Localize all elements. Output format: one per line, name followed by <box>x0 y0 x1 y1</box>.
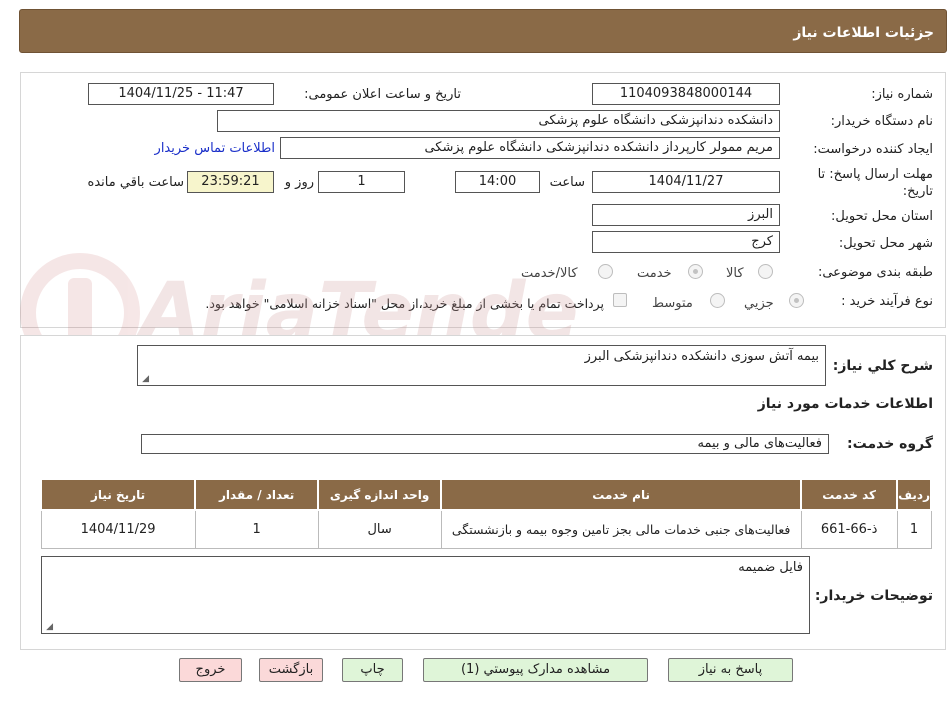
summary-text: بیمه آتش سوزی دانشکده دندانپزشکی البرز <box>584 349 819 364</box>
purchase-minor-label: جزیي <box>744 296 774 311</box>
deadline-label: مهلت ارسال پاسخ: تا <box>817 167 933 182</box>
category-goods-service-label: کالا/خدمت <box>521 266 578 281</box>
buyer-notes-label: توضیحات خریدار: <box>814 588 933 604</box>
purchase-medium-label: متوسط <box>652 296 693 311</box>
table-header-row: ردیف کد خدمت نام خدمت واحد اندازه گیری ت… <box>39 478 932 511</box>
purchase-type-label: نوع فرآیند خرید : <box>841 294 933 309</box>
need-number-label: شماره نیاز: <box>871 87 933 102</box>
col-service-name: نام خدمت <box>440 478 803 511</box>
buyer-org-label: نام دستگاه خریدار: <box>830 114 933 129</box>
days-field: 1 <box>318 171 405 193</box>
buyer-notes-textarea[interactable]: فایل ضمیمه ◢ <box>41 556 810 634</box>
deadline-label-date: تاریخ: <box>902 184 933 199</box>
buyer-org-field: دانشکده دندانپزشکی دانشگاه علوم پزشکی <box>217 110 780 132</box>
deadline-time-field: 14:00 <box>455 171 540 193</box>
announce-datetime-field: 1404/11/25 - 11:47 <box>88 83 274 105</box>
page-title: جزئیات اطلاعات نیاز <box>793 25 934 41</box>
remaining-time-field: 23:59:21 <box>187 171 274 193</box>
need-number-field: 1104093848000144 <box>592 83 780 105</box>
purchase-medium-radio[interactable] <box>710 293 725 308</box>
exit-button[interactable]: خروج <box>179 658 242 682</box>
category-goods-service-radio[interactable] <box>598 264 613 279</box>
category-goods-radio[interactable] <box>758 264 773 279</box>
col-row-number: ردیف <box>896 478 932 511</box>
buyer-notes-text: فایل ضمیمه <box>738 560 803 575</box>
purchase-minor-radio[interactable] <box>789 293 804 308</box>
services-heading: اطلاعات خدمات مورد نیاز <box>757 396 933 412</box>
resize-grip-icon[interactable]: ◢ <box>141 375 149 384</box>
service-group-field: فعالیت‌های مالی و بیمه <box>141 434 829 454</box>
requester-label: ایجاد کننده درخواست: <box>813 142 933 157</box>
deadline-time-label: ساعت <box>549 175 585 190</box>
services-table: ردیف کد خدمت نام خدمت واحد اندازه گیری ت… <box>39 478 932 549</box>
announce-label: تاریخ و ساعت اعلان عمومی: <box>304 87 461 102</box>
col-unit: واحد اندازه گیری <box>317 478 443 511</box>
category-service-label: خدمت <box>637 266 672 281</box>
category-service-radio[interactable] <box>688 264 703 279</box>
cell-unit: سال <box>317 509 442 549</box>
col-service-code: کد خدمت <box>800 478 899 511</box>
summary-label: شرح کلي نیاز: <box>832 358 933 374</box>
buyer-contact-link[interactable]: اطلاعات تماس خریدار <box>155 141 275 156</box>
treasury-payment-checkbox[interactable] <box>613 293 627 307</box>
cell-service-code: ذ-66-661 <box>800 509 898 549</box>
days-label: روز و <box>284 175 314 190</box>
treasury-payment-note: پرداخت تمام یا بخشی از مبلغ خرید،از محل … <box>205 296 604 311</box>
table-row: 1 ذ-66-661 فعالیت‌های جنبی خدمات مالی بج… <box>40 509 932 549</box>
resize-grip-icon[interactable]: ◢ <box>45 623 53 632</box>
remaining-label: ساعت باقي مانده <box>87 175 184 190</box>
col-quantity: تعداد / مقدار <box>194 478 320 511</box>
reply-button[interactable]: پاسخ به نیاز <box>668 658 793 682</box>
cell-quantity: 1 <box>194 509 319 549</box>
category-label: طبقه بندی موضوعی: <box>817 265 933 280</box>
page-header: جزئیات اطلاعات نیاز <box>19 9 947 53</box>
category-goods-label: کالا <box>726 266 744 281</box>
view-attachments-button[interactable]: مشاهده مدارک پیوستي (1) <box>423 658 648 682</box>
cell-row-number: 1 <box>896 509 932 549</box>
back-button[interactable]: بازگشت <box>259 658 323 682</box>
col-need-date: تاریخ نیاز <box>39 478 197 511</box>
print-button[interactable]: چاپ <box>342 658 403 682</box>
service-group-label: گروه خدمت: <box>847 436 933 452</box>
deadline-date-field: 1404/11/27 <box>592 171 780 193</box>
city-label: شهر محل تحویل: <box>838 236 933 251</box>
province-label: استان محل تحویل: <box>831 209 933 224</box>
province-field: البرز <box>592 204 780 226</box>
requester-field: مریم ممولر کارپرداز دانشکده دندانپزشکی د… <box>280 137 780 159</box>
summary-textarea[interactable]: بیمه آتش سوزی دانشکده دندانپزشکی البرز ◢ <box>137 345 826 386</box>
cell-service-name: فعالیت‌های جنبی خدمات مالی بجز تامین وجو… <box>440 509 802 549</box>
city-field: کرج <box>592 231 780 253</box>
cell-need-date: 1404/11/29 <box>40 509 196 549</box>
